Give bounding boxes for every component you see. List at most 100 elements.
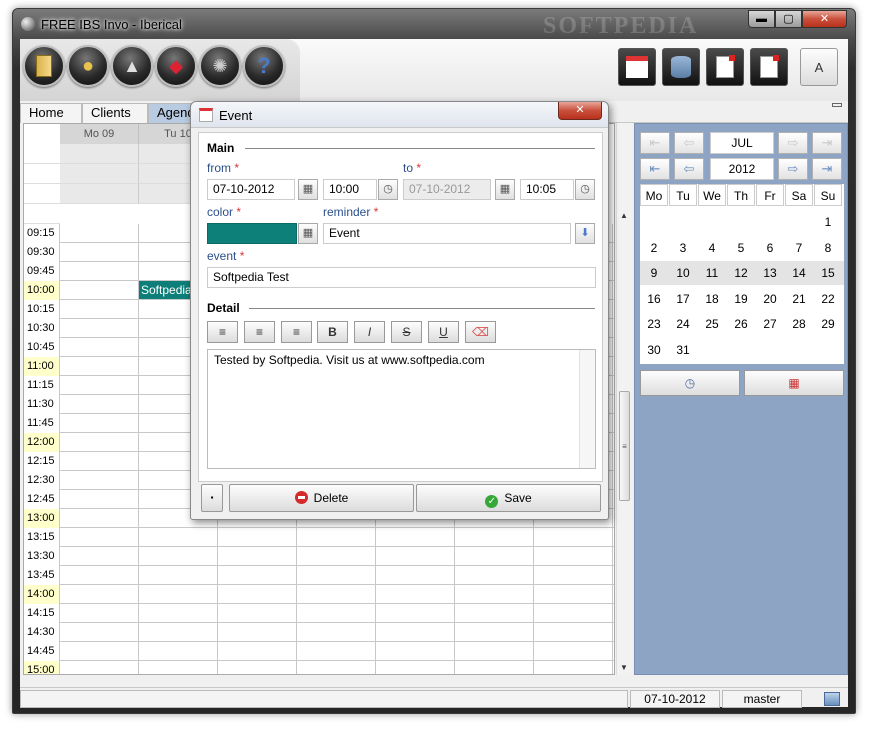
- agenda-slot[interactable]: [218, 566, 297, 585]
- agenda-slot[interactable]: [376, 661, 455, 674]
- last-month-icon[interactable]: ⇥: [812, 132, 842, 154]
- from-date-picker-icon[interactable]: ▦: [298, 179, 318, 200]
- bold-icon[interactable]: B: [317, 321, 348, 343]
- scroll-thumb[interactable]: ≡: [619, 391, 630, 501]
- to-date-field[interactable]: 07-10-2012: [403, 179, 491, 200]
- agenda-slot[interactable]: [297, 661, 376, 674]
- agenda-slot[interactable]: [218, 585, 297, 604]
- calendar-day[interactable]: 28: [785, 312, 813, 336]
- allday-cell[interactable]: [60, 164, 139, 184]
- strikethrough-icon[interactable]: S: [391, 321, 422, 343]
- maximize-button[interactable]: ▢: [775, 10, 802, 28]
- agenda-slot[interactable]: [376, 585, 455, 604]
- from-time-field[interactable]: 10:00: [323, 179, 377, 200]
- to-time-picker-icon[interactable]: ◷: [575, 179, 595, 200]
- next-year-icon[interactable]: ⇨: [778, 158, 808, 180]
- align-left-icon[interactable]: ≡: [207, 321, 238, 343]
- agenda-slot[interactable]: [455, 566, 534, 585]
- agenda-slot[interactable]: [139, 585, 218, 604]
- font-button[interactable]: A: [800, 48, 838, 86]
- agenda-slot[interactable]: [376, 604, 455, 623]
- to-time-field[interactable]: 10:05: [520, 179, 574, 200]
- italic-icon[interactable]: I: [354, 321, 385, 343]
- home-module-button[interactable]: [23, 45, 65, 87]
- close-button[interactable]: ✕: [802, 10, 847, 28]
- agenda-slot[interactable]: [60, 642, 139, 661]
- report-button[interactable]: [750, 48, 788, 86]
- database-button[interactable]: [662, 48, 700, 86]
- agenda-slot[interactable]: [376, 547, 455, 566]
- agenda-slot[interactable]: [455, 585, 534, 604]
- agenda-slot[interactable]: [139, 547, 218, 566]
- agenda-slot[interactable]: [534, 547, 613, 566]
- agenda-slot[interactable]: [60, 471, 139, 490]
- today-button[interactable]: ▦: [744, 370, 844, 396]
- agenda-slot[interactable]: [139, 528, 218, 547]
- last-year-icon[interactable]: ⇥: [812, 158, 842, 180]
- tabs-menu-icon[interactable]: [832, 103, 842, 107]
- prev-year-icon[interactable]: ⇦: [674, 158, 704, 180]
- agenda-slot[interactable]: [60, 661, 139, 674]
- agenda-slot[interactable]: [534, 528, 613, 547]
- user-module-button[interactable]: ◆: [155, 45, 197, 87]
- calendar-day[interactable]: 2: [640, 236, 668, 260]
- agenda-slot[interactable]: [455, 623, 534, 642]
- agenda-slot[interactable]: [60, 224, 139, 243]
- save-button[interactable]: ✓ Save: [416, 484, 601, 512]
- calendar-day[interactable]: 8: [814, 236, 842, 260]
- agenda-slot[interactable]: [60, 585, 139, 604]
- agenda-slot[interactable]: [60, 243, 139, 262]
- next-month-icon[interactable]: ⇨: [778, 132, 808, 154]
- calendar-day[interactable]: 15: [814, 261, 842, 285]
- agenda-slot[interactable]: [455, 528, 534, 547]
- dialog-close-button[interactable]: ✕: [558, 102, 602, 120]
- detail-textarea[interactable]: Tested by Softpedia. Visit us at www.sof…: [207, 349, 596, 469]
- agenda-slot[interactable]: [218, 547, 297, 566]
- agenda-slot[interactable]: [218, 528, 297, 547]
- agenda-slot[interactable]: [60, 452, 139, 471]
- agenda-slot[interactable]: [60, 433, 139, 452]
- calendar-day[interactable]: 20: [756, 287, 784, 311]
- agenda-slot[interactable]: [60, 414, 139, 433]
- agenda-slot[interactable]: [139, 623, 218, 642]
- calendar-day[interactable]: 25: [698, 312, 726, 336]
- agenda-slot[interactable]: [297, 623, 376, 642]
- calendar-day[interactable]: 29: [814, 312, 842, 336]
- agenda-slot[interactable]: [297, 604, 376, 623]
- from-date-field[interactable]: 07-10-2012: [207, 179, 295, 200]
- agenda-slot[interactable]: [534, 604, 613, 623]
- agenda-slot[interactable]: [60, 357, 139, 376]
- allday-cell[interactable]: [60, 144, 139, 164]
- allday-cell[interactable]: [60, 184, 139, 204]
- agenda-slot[interactable]: [60, 376, 139, 395]
- agenda-slot[interactable]: [376, 566, 455, 585]
- agenda-slot[interactable]: [218, 604, 297, 623]
- calendar-day[interactable]: 16: [640, 287, 668, 311]
- calendar-day[interactable]: 24: [669, 312, 697, 336]
- eraser-icon[interactable]: ⌫: [465, 321, 496, 343]
- first-year-icon[interactable]: ⇤: [640, 158, 670, 180]
- tab-home[interactable]: Home: [20, 103, 82, 123]
- agenda-slot[interactable]: [534, 642, 613, 661]
- agenda-slot[interactable]: [60, 566, 139, 585]
- calendar-day[interactable]: 7: [785, 236, 813, 260]
- calendar-day[interactable]: 17: [669, 287, 697, 311]
- agenda-slot[interactable]: [297, 642, 376, 661]
- agenda-slot[interactable]: [60, 281, 139, 300]
- agenda-slot[interactable]: [60, 509, 139, 528]
- agenda-slot[interactable]: [139, 642, 218, 661]
- calendar-day[interactable]: 3: [669, 236, 697, 260]
- scroll-up-icon[interactable]: ▲: [620, 211, 628, 220]
- underline-icon[interactable]: U: [428, 321, 459, 343]
- agenda-slot[interactable]: [534, 585, 613, 604]
- agenda-slot[interactable]: [297, 585, 376, 604]
- calendar-day[interactable]: 22: [814, 287, 842, 311]
- agenda-slot[interactable]: [455, 661, 534, 674]
- calendar-day[interactable]: 1: [814, 210, 842, 234]
- agenda-slot[interactable]: [218, 623, 297, 642]
- agenda-slot[interactable]: [297, 528, 376, 547]
- agenda-slot[interactable]: [60, 547, 139, 566]
- agenda-slot[interactable]: [297, 547, 376, 566]
- help-button[interactable]: ?: [243, 45, 285, 87]
- agenda-slot[interactable]: [139, 566, 218, 585]
